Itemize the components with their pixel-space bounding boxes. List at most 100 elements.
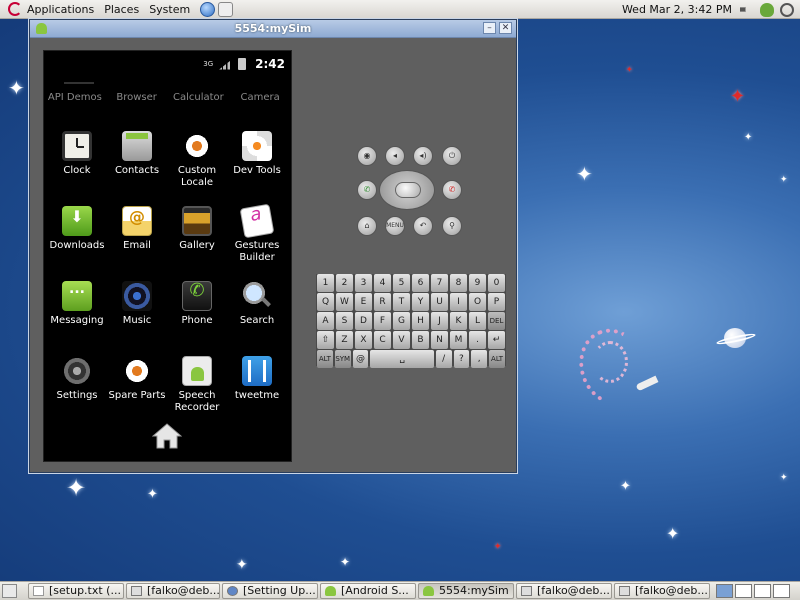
key[interactable]: 5 <box>393 274 410 292</box>
minimize-button[interactable]: – <box>483 22 496 34</box>
app-music[interactable]: Music <box>106 281 168 327</box>
key[interactable]: , <box>471 350 488 368</box>
task-setting-up[interactable]: [Setting Up... <box>222 583 318 599</box>
app-search[interactable]: Search <box>226 281 288 327</box>
key[interactable]: 0 <box>488 274 505 292</box>
call-button[interactable]: ✆ <box>357 180 377 200</box>
app-calculator[interactable]: Calculator <box>168 92 228 103</box>
camera-button[interactable]: ◉ <box>357 146 377 166</box>
key[interactable]: SYM <box>334 350 351 368</box>
volume-icon[interactable] <box>740 2 750 17</box>
key[interactable]: ALT <box>489 350 505 368</box>
key[interactable]: K <box>450 312 467 330</box>
key[interactable]: 6 <box>412 274 429 292</box>
workspace-1[interactable] <box>716 584 733 598</box>
key[interactable]: 8 <box>450 274 467 292</box>
key[interactable]: V <box>393 331 410 349</box>
update-notifier-icon[interactable] <box>760 2 774 17</box>
task-terminal-2[interactable]: [falko@deb... <box>516 583 612 599</box>
key[interactable]: T <box>393 293 410 311</box>
panel-clock[interactable]: Wed Mar 2, 3:42 PM <box>622 3 732 16</box>
key[interactable]: ↵ <box>488 331 505 349</box>
app-camera[interactable]: Camera <box>230 92 290 103</box>
app-speech-recorder[interactable]: Speech Recorder <box>166 356 228 414</box>
key[interactable]: 1 <box>317 274 334 292</box>
key[interactable]: ALT <box>317 350 333 368</box>
task-emulator[interactable]: 5554:mySim <box>418 583 514 599</box>
key[interactable]: W <box>336 293 353 311</box>
debian-logo-icon[interactable] <box>8 2 22 16</box>
key[interactable]: C <box>374 331 391 349</box>
home-icon[interactable] <box>152 423 182 449</box>
app-settings[interactable]: Settings <box>46 356 108 402</box>
key[interactable]: @ <box>352 350 369 368</box>
key[interactable]: . <box>469 331 486 349</box>
show-desktop-icon[interactable] <box>2 584 17 598</box>
key[interactable]: F <box>374 312 391 330</box>
menu-button[interactable]: MENU <box>385 216 405 236</box>
email-launcher-icon[interactable] <box>218 1 234 17</box>
search-button[interactable]: ⚲ <box>442 216 462 236</box>
key[interactable]: E <box>355 293 372 311</box>
system-menu[interactable]: System <box>149 3 190 16</box>
window-titlebar[interactable]: 5554:mySim – ✕ <box>30 20 516 38</box>
task-android-sdk[interactable]: [Android S... <box>320 583 416 599</box>
app-tweetme[interactable]: tweetme <box>226 356 288 402</box>
key[interactable]: N <box>431 331 448 349</box>
app-api-demos[interactable]: API Demos <box>45 92 105 103</box>
key[interactable]: X <box>355 331 372 349</box>
task-terminal-1[interactable]: [falko@deb... <box>126 583 220 599</box>
places-menu[interactable]: Places <box>104 3 139 16</box>
app-clock[interactable]: Clock <box>46 131 108 177</box>
app-gestures-builder[interactable]: Gestures Builder <box>226 203 288 264</box>
key[interactable]: / <box>435 350 452 368</box>
key[interactable]: L <box>469 312 486 330</box>
key[interactable]: 4 <box>374 274 391 292</box>
key[interactable]: O <box>469 293 486 311</box>
key[interactable]: Q <box>317 293 334 311</box>
key[interactable]: I <box>450 293 467 311</box>
applications-menu[interactable]: Applications <box>27 3 94 16</box>
key[interactable]: R <box>374 293 391 311</box>
app-messaging[interactable]: Messaging <box>46 281 108 327</box>
key[interactable]: Z <box>336 331 353 349</box>
workspace-4[interactable] <box>773 584 790 598</box>
key[interactable]: G <box>393 312 410 330</box>
key[interactable]: H <box>412 312 429 330</box>
app-phone[interactable]: Phone <box>166 281 228 327</box>
power-icon[interactable] <box>780 2 794 17</box>
workspace-2[interactable] <box>735 584 752 598</box>
volume-up-button[interactable]: ◂) <box>413 146 433 166</box>
key[interactable]: DEL <box>488 312 505 330</box>
key[interactable]: U <box>431 293 448 311</box>
web-browser-launcher-icon[interactable] <box>200 1 216 17</box>
back-button[interactable]: ↶ <box>413 216 433 236</box>
key[interactable]: 7 <box>431 274 448 292</box>
close-button[interactable]: ✕ <box>499 22 512 34</box>
end-call-button[interactable]: ✆ <box>442 180 462 200</box>
app-email[interactable]: Email <box>106 206 168 252</box>
app-spare-parts[interactable]: Spare Parts <box>106 356 168 402</box>
key[interactable]: B <box>412 331 429 349</box>
task-terminal-3[interactable]: [falko@deb... <box>614 583 710 599</box>
app-gallery[interactable]: Gallery <box>166 206 228 252</box>
task-setup-txt[interactable]: [setup.txt (... <box>28 583 124 599</box>
app-browser[interactable]: Browser <box>107 92 167 103</box>
app-custom-locale[interactable]: Custom Locale <box>166 131 228 189</box>
key[interactable]: ␣ <box>370 350 434 368</box>
app-downloads[interactable]: Downloads <box>46 206 108 252</box>
home-button[interactable]: ⌂ <box>357 216 377 236</box>
key[interactable]: ⇧ <box>317 331 334 349</box>
key[interactable]: 3 <box>355 274 372 292</box>
key[interactable]: S <box>336 312 353 330</box>
key[interactable]: ? <box>453 350 470 368</box>
key[interactable]: M <box>450 331 467 349</box>
key[interactable]: Y <box>412 293 429 311</box>
key[interactable]: 2 <box>336 274 353 292</box>
app-contacts[interactable]: Contacts <box>106 131 168 177</box>
key[interactable]: A <box>317 312 334 330</box>
dpad-center[interactable] <box>395 182 421 198</box>
key[interactable]: J <box>431 312 448 330</box>
key[interactable]: D <box>355 312 372 330</box>
dpad[interactable] <box>379 170 435 210</box>
